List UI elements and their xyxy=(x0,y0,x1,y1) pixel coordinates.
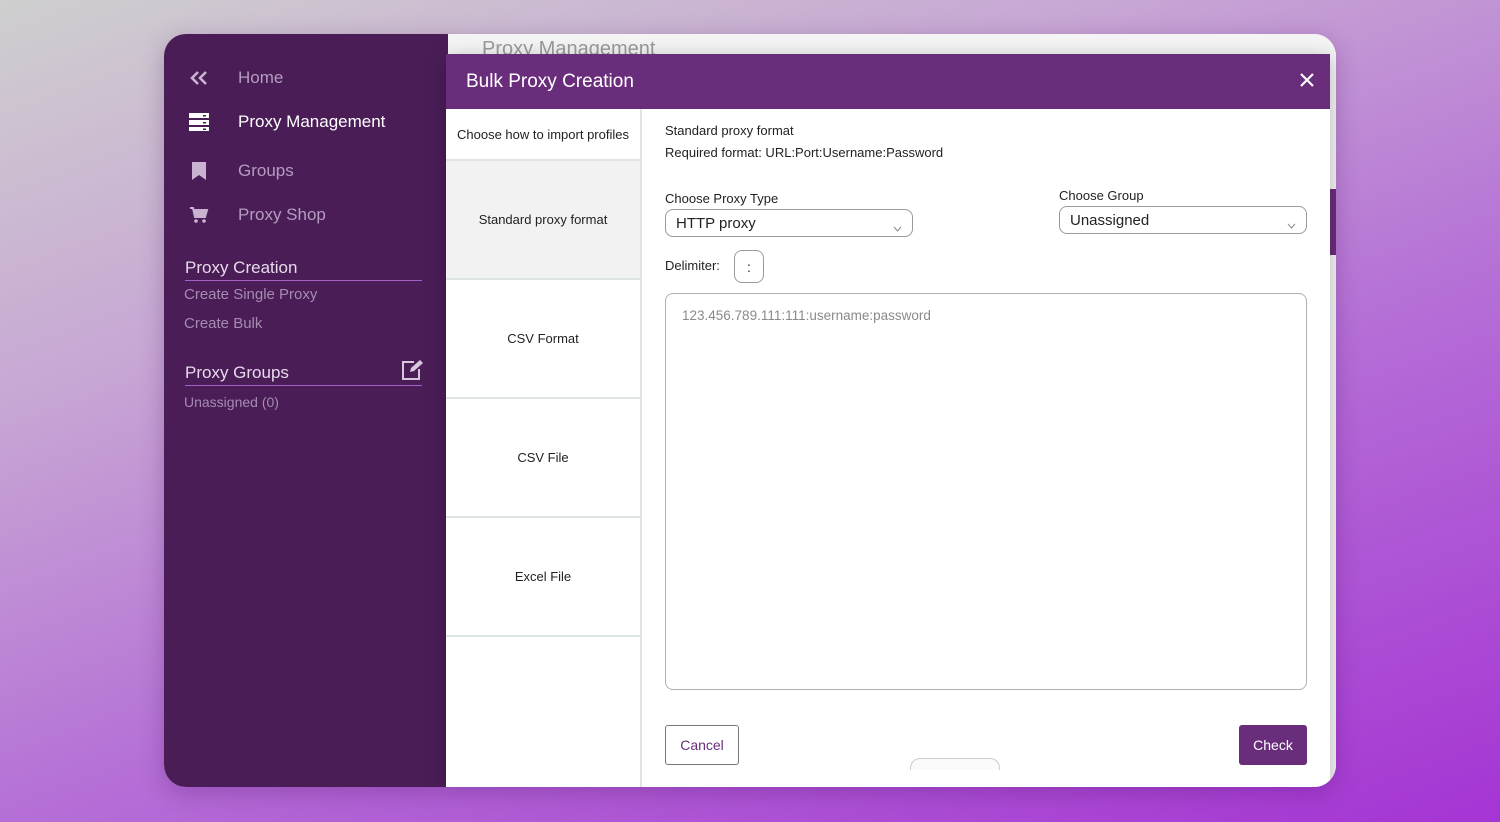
import-method-list: Choose how to import profiles Standard p… xyxy=(446,109,642,787)
bookmark-icon xyxy=(188,160,210,182)
nav-proxy-shop-label: Proxy Shop xyxy=(238,205,326,224)
cancel-button[interactable]: Cancel xyxy=(665,725,739,765)
close-icon[interactable] xyxy=(1296,69,1318,91)
nav-groups[interactable]: Groups xyxy=(188,160,294,182)
chevron-down-icon xyxy=(1287,216,1296,233)
server-icon xyxy=(188,111,210,133)
chevron-down-icon xyxy=(893,219,902,236)
proxy-type-select[interactable]: HTTP proxy xyxy=(665,209,913,237)
bulk-proxy-modal: Bulk Proxy Creation Choose how to import… xyxy=(446,54,1330,787)
option-csv-format[interactable]: CSV Format xyxy=(446,280,640,399)
create-single-proxy-link[interactable]: Create Single Proxy xyxy=(184,286,317,303)
option-csv-file[interactable]: CSV File xyxy=(446,399,640,518)
proxy-creation-heading: Proxy Creation xyxy=(185,258,422,281)
group-label: Choose Group xyxy=(1059,188,1144,203)
modal-header: Bulk Proxy Creation xyxy=(446,54,1330,109)
option-excel-file[interactable]: Excel File xyxy=(446,518,640,637)
delimiter-label: Delimiter: xyxy=(665,258,720,273)
nav-proxy-management[interactable]: Proxy Management xyxy=(188,111,385,133)
proxy-type-label: Choose Proxy Type xyxy=(665,191,779,206)
import-method-heading: Choose how to import profiles xyxy=(446,109,640,161)
proxy-type-value: HTTP proxy xyxy=(676,214,756,232)
format-required-text: Required format: URL:Port:Username:Passw… xyxy=(665,145,944,160)
cart-icon xyxy=(188,204,210,226)
proxy-groups-heading: Proxy Groups xyxy=(185,363,422,386)
check-button[interactable]: Check xyxy=(1239,725,1307,765)
group-value: Unassigned xyxy=(1070,211,1150,229)
option-standard-proxy-format[interactable]: Standard proxy format xyxy=(446,161,640,280)
nav-groups-label: Groups xyxy=(238,161,294,180)
modal-title: Bulk Proxy Creation xyxy=(466,71,634,92)
app-window: Home Proxy Management Groups Proxy Shop … xyxy=(164,34,1336,787)
sidebar: Home Proxy Management Groups Proxy Shop … xyxy=(164,34,448,787)
edit-icon[interactable] xyxy=(400,359,424,386)
proxy-list-textarea[interactable]: 123.456.789.111:111:username:password xyxy=(665,293,1307,690)
background-tab-peek xyxy=(910,758,1000,770)
nav-home-label: Home xyxy=(238,68,284,87)
format-title: Standard proxy format xyxy=(665,123,794,138)
group-select[interactable]: Unassigned xyxy=(1059,206,1307,234)
create-bulk-link[interactable]: Create Bulk xyxy=(184,315,262,332)
group-unassigned-link[interactable]: Unassigned (0) xyxy=(184,394,279,410)
delimiter-input[interactable]: : xyxy=(734,250,764,283)
nav-proxy-shop[interactable]: Proxy Shop xyxy=(188,204,326,226)
nav-home[interactable]: Home xyxy=(188,67,283,89)
nav-proxy-management-label: Proxy Management xyxy=(238,112,386,131)
chevrons-left-icon[interactable] xyxy=(188,67,210,89)
